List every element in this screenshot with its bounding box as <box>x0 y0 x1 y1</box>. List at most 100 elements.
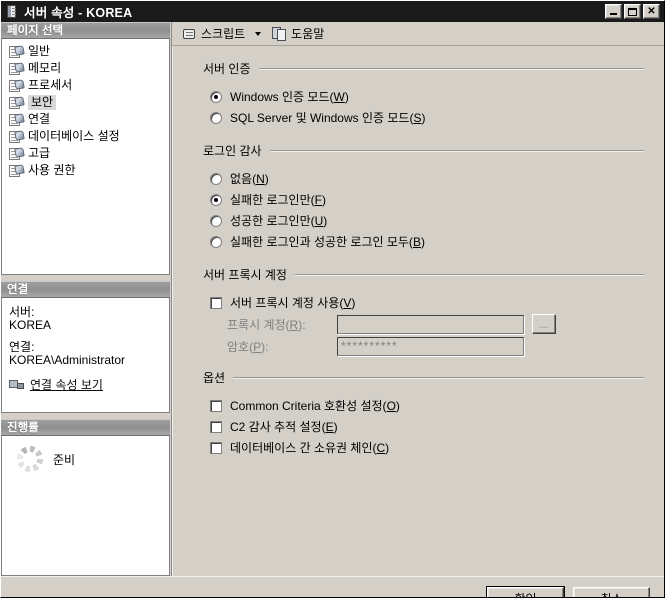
radio-indicator[interactable] <box>210 193 222 206</box>
script-button[interactable]: 스크립트 <box>178 24 249 43</box>
view-connection-properties-link[interactable]: 연결 속성 보기 <box>30 376 103 393</box>
radio-indicator[interactable] <box>210 172 222 185</box>
radio-audit-failed-only-label: 실패한 로그인만(F) <box>230 192 326 207</box>
progress-header: 진행률 <box>1 419 170 436</box>
sidebar-item-label: 보안 <box>28 95 57 110</box>
radio-sql-and-windows-auth[interactable]: SQL Server 및 Windows 인증 모드(S) <box>197 107 644 128</box>
server-authentication-group: 서버 인증 Windows 인증 모드(W) SQL Server 및 Wind… <box>197 60 644 128</box>
radio-audit-both[interactable]: 실패한 로그인과 성공한 로그인 모두(B) <box>197 231 644 252</box>
minimize-button[interactable] <box>605 4 622 19</box>
close-button[interactable]: ✕ <box>643 4 660 19</box>
progress-body: 준비 <box>1 436 170 576</box>
radio-indicator[interactable] <box>210 235 222 248</box>
proxy-account-input[interactable] <box>337 314 524 334</box>
sidebar-item-label: 데이터베이스 설정 <box>28 129 120 143</box>
radio-audit-successful-only[interactable]: 성공한 로그인만(U) <box>197 210 644 231</box>
group-rule <box>233 377 644 378</box>
checkbox-common-criteria[interactable]: Common Criteria 호환성 설정(O) <box>197 395 644 416</box>
checkbox-indicator[interactable] <box>210 441 222 454</box>
progress-spinner-icon <box>17 446 43 472</box>
radio-indicator[interactable] <box>210 111 222 124</box>
radio-windows-auth-label: Windows 인증 모드(W) <box>230 89 349 104</box>
page-icon <box>8 78 25 93</box>
left-pane: 페이지 선택 일반 메모리 프로세서 보안 연결 데이터베이스 설정 고급 사용… <box>1 22 171 576</box>
sidebar-item-label: 메모리 <box>28 61 62 75</box>
checkbox-indicator[interactable] <box>210 296 222 309</box>
server-authentication-title-row: 서버 인증 <box>197 60 644 77</box>
page-icon <box>8 95 25 110</box>
page-list: 일반 메모리 프로세서 보안 연결 데이터베이스 설정 고급 사용 권한 <box>2 39 169 181</box>
checkbox-c2-audit-tracing[interactable]: C2 감사 추적 설정(E) <box>197 416 644 437</box>
page-selection-body: 일반 메모리 프로세서 보안 연결 데이터베이스 설정 고급 사용 권한 <box>1 39 170 275</box>
proxy-account-label: 프록시 계정(R): <box>227 317 306 332</box>
checkbox-enable-proxy-account[interactable]: 서버 프록시 계정 사용(V) <box>197 292 644 313</box>
sidebar-item-label: 사용 권한 <box>28 163 76 177</box>
page-icon <box>8 146 25 161</box>
connection-body: 서버: KOREA 연결: KOREA\Administrator 연결 속성 … <box>1 298 170 413</box>
sidebar-item-security[interactable]: 보안 <box>4 94 167 111</box>
sidebar-item-advanced[interactable]: 고급 <box>4 145 167 162</box>
radio-audit-none-label: 없음(N) <box>230 171 269 186</box>
sidebar-item-label: 프로세서 <box>28 78 73 92</box>
help-button-label: 도움말 <box>291 27 325 41</box>
cancel-button[interactable]: 취소 <box>573 586 650 597</box>
browse-button[interactable]: ... <box>532 314 556 334</box>
help-button[interactable]: 도움말 <box>268 24 328 43</box>
right-pane: 스크립트 도움말 서버 인증 Windows 인증 모드(W) SQL Serv… <box>172 22 664 576</box>
radio-windows-auth[interactable]: Windows 인증 모드(W) <box>197 86 644 107</box>
radio-indicator[interactable] <box>210 90 222 103</box>
server-proxy-account-title: 서버 프록시 계정 <box>203 268 287 282</box>
proxy-password-row: 암호(P): ********** <box>197 335 644 357</box>
radio-indicator[interactable] <box>210 214 222 227</box>
checkbox-indicator[interactable] <box>210 399 222 412</box>
radio-sql-and-windows-auth-label: SQL Server 및 Windows 인증 모드(S) <box>230 110 426 125</box>
dialog-footer: 확인 취소 <box>1 576 664 597</box>
connection-header: 연결 <box>1 281 170 298</box>
page-icon <box>8 44 25 59</box>
sidebar-item-permissions[interactable]: 사용 권한 <box>4 162 167 179</box>
maximize-button[interactable] <box>624 4 641 19</box>
script-icon <box>182 27 197 41</box>
proxy-password-label: 암호(P): <box>227 339 269 354</box>
checkbox-common-criteria-label: Common Criteria 호환성 설정(O) <box>230 398 400 413</box>
login-audit-title-row: 로그인 감사 <box>197 142 644 159</box>
page-icon <box>8 112 25 127</box>
connection-properties-icon <box>9 378 25 391</box>
radio-audit-both-label: 실패한 로그인과 성공한 로그인 모두(B) <box>230 234 425 249</box>
titlebar: 서버 속성 - KOREA ✕ <box>1 1 664 22</box>
help-icon <box>272 26 287 41</box>
group-rule <box>258 68 644 69</box>
window-title: 서버 속성 - KOREA <box>24 6 133 20</box>
connection-user-value: KOREA\Administrator <box>9 353 126 367</box>
checkbox-indicator[interactable] <box>210 420 222 433</box>
radio-audit-successful-only-label: 성공한 로그인만(U) <box>230 213 328 228</box>
connection-server: 서버: KOREA <box>9 306 162 332</box>
server-proxy-account-title-row: 서버 프록시 계정 <box>197 266 644 283</box>
group-rule <box>294 274 644 275</box>
checkbox-cross-db-ownership-chaining-label: 데이터베이스 간 소유권 체인(C) <box>230 440 390 455</box>
chevron-down-icon[interactable] <box>255 31 262 36</box>
radio-audit-failed-only[interactable]: 실패한 로그인만(F) <box>197 189 644 210</box>
dialog-content: 페이지 선택 일반 메모리 프로세서 보안 연결 데이터베이스 설정 고급 사용… <box>1 22 664 576</box>
options-title-row: 옵션 <box>197 369 644 386</box>
server-properties-window: 서버 속성 - KOREA ✕ 페이지 선택 일반 메모리 프로세서 보안 연결… <box>0 0 665 598</box>
ok-button[interactable]: 확인 <box>486 585 565 597</box>
checkbox-cross-db-ownership-chaining[interactable]: 데이터베이스 간 소유권 체인(C) <box>197 437 644 458</box>
sidebar-item-processors[interactable]: 프로세서 <box>4 77 167 94</box>
radio-audit-none[interactable]: 없음(N) <box>197 168 644 189</box>
login-audit-title: 로그인 감사 <box>203 144 262 158</box>
sidebar-item-general[interactable]: 일반 <box>4 43 167 60</box>
options-title: 옵션 <box>203 371 226 385</box>
page-icon <box>8 61 25 76</box>
checkbox-enable-proxy-account-label: 서버 프록시 계정 사용(V) <box>230 295 356 310</box>
close-icon: ✕ <box>647 5 656 17</box>
sidebar-item-label: 일반 <box>28 44 51 58</box>
proxy-account-row: 프록시 계정(R): ... <box>197 313 644 335</box>
proxy-password-input[interactable]: ********** <box>337 336 524 356</box>
view-connection-properties-row[interactable]: 연결 속성 보기 <box>9 376 162 393</box>
sidebar-item-memory[interactable]: 메모리 <box>4 60 167 77</box>
sidebar-item-database-settings[interactable]: 데이터베이스 설정 <box>4 128 167 145</box>
sidebar-item-connections[interactable]: 연결 <box>4 111 167 128</box>
toolbar: 스크립트 도움말 <box>172 22 664 46</box>
sidebar-item-label: 고급 <box>28 146 51 160</box>
